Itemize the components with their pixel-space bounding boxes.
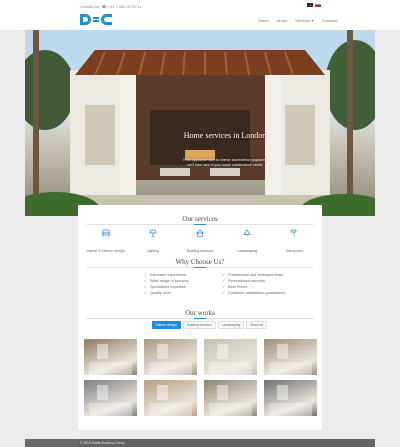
filter-show-all[interactable]: Show all [246, 321, 267, 329]
services-list: Interior & exterior design Lighting Buil… [82, 229, 318, 257]
service-handyman[interactable]: Handyman [272, 229, 316, 257]
why-list: ✓ Extensive experience ✓ Professional and … [144, 272, 314, 296]
why-item: ✓ Customer satisfaction guaranteed [222, 290, 285, 296]
contact-phone[interactable]: Contact us: ☎ +44 7 932 00 00 11 [80, 4, 142, 9]
service-label: Lighting [146, 249, 159, 253]
why-item: ✓ Wide range of services [144, 278, 189, 284]
why-divider [86, 267, 314, 268]
filter-landscaping[interactable]: Landscaping [217, 321, 245, 329]
site-logo[interactable] [80, 14, 112, 25]
why-item: ✓ Quality work [144, 290, 171, 296]
why-item: ✓ Specialized expertise [144, 284, 186, 290]
services-title: Our services [182, 215, 218, 223]
why-item: ✓ Personalised services [222, 278, 265, 284]
house-icon [195, 229, 204, 237]
check-icon: ✓ [222, 290, 226, 295]
language-switcher[interactable] [307, 3, 321, 7]
works-title: Our works [185, 309, 215, 317]
service-label: Interior & exterior design [86, 249, 125, 253]
service-interior-design[interactable]: Interior & exterior design [84, 229, 128, 257]
hero-image [25, 30, 375, 216]
nav-home[interactable]: Home [258, 18, 269, 23]
gallery-thumbnail[interactable] [204, 380, 257, 416]
copyright-text: © 2018 Dubai Business Group [80, 441, 125, 445]
check-icon: ✓ [144, 278, 148, 283]
service-lighting[interactable]: Lighting [131, 229, 175, 257]
why-item: ✓ Professional and dedicated team [222, 272, 284, 278]
gallery-thumbnail[interactable] [204, 339, 257, 375]
check-icon: ✓ [222, 272, 226, 277]
check-icon: ✓ [144, 272, 148, 277]
works-filters: Interior design Building services Landsc… [152, 321, 267, 329]
service-building[interactable]: Building services [178, 229, 222, 257]
service-label: Landscaping [237, 249, 258, 253]
check-icon: ✓ [144, 284, 148, 289]
service-label: Building services [186, 249, 214, 253]
why-item: ✓ Best Prices [222, 284, 248, 290]
gallery-thumbnail[interactable] [144, 380, 197, 416]
check-icon: ✓ [144, 290, 148, 295]
footer: © 2018 Dubai Business Group [78, 439, 375, 447]
hero-subtitle: From appliance care to interior and exte… [183, 158, 267, 167]
works-divider [86, 318, 314, 319]
service-label: Handyman [285, 249, 303, 253]
gallery-thumbnail[interactable] [144, 339, 197, 375]
nav-services[interactable]: Services ▾ [295, 18, 313, 23]
filter-building-services[interactable]: Building services [182, 321, 216, 329]
service-landscaping[interactable]: Landscaping [225, 229, 269, 257]
main-nav: Home About Services ▾ Contacts [258, 18, 337, 23]
hammer-icon [290, 229, 297, 237]
uk-flag-icon[interactable] [307, 3, 313, 7]
check-icon: ✓ [222, 278, 226, 283]
gallery-thumbnail[interactable] [264, 380, 317, 416]
main-content: Our services Interior & exterior design … [78, 205, 322, 430]
top-bar: Contact us: ☎ +44 7 932 00 00 11 Home Ab… [0, 0, 400, 30]
services-divider [86, 224, 314, 225]
works-gallery [84, 339, 317, 416]
gallery-thumbnail[interactable] [84, 339, 137, 375]
hero-banner: Home services in London From appliance c… [25, 30, 375, 216]
nav-about[interactable]: About [277, 18, 287, 23]
tree-icon [243, 229, 251, 237]
lamp-icon [149, 229, 157, 237]
ru-flag-icon[interactable] [315, 3, 321, 7]
why-item: ✓ Extensive experience [144, 272, 187, 278]
check-icon: ✓ [222, 284, 226, 289]
gallery-thumbnail[interactable] [84, 380, 137, 416]
chair-icon [101, 229, 110, 237]
nav-contacts[interactable]: Contacts [322, 18, 338, 23]
filter-interior-design[interactable]: Interior design [152, 321, 181, 329]
hero-title: Home services in London [183, 131, 267, 140]
gallery-thumbnail[interactable] [264, 339, 317, 375]
why-title: Why Choose Us? [175, 258, 225, 266]
